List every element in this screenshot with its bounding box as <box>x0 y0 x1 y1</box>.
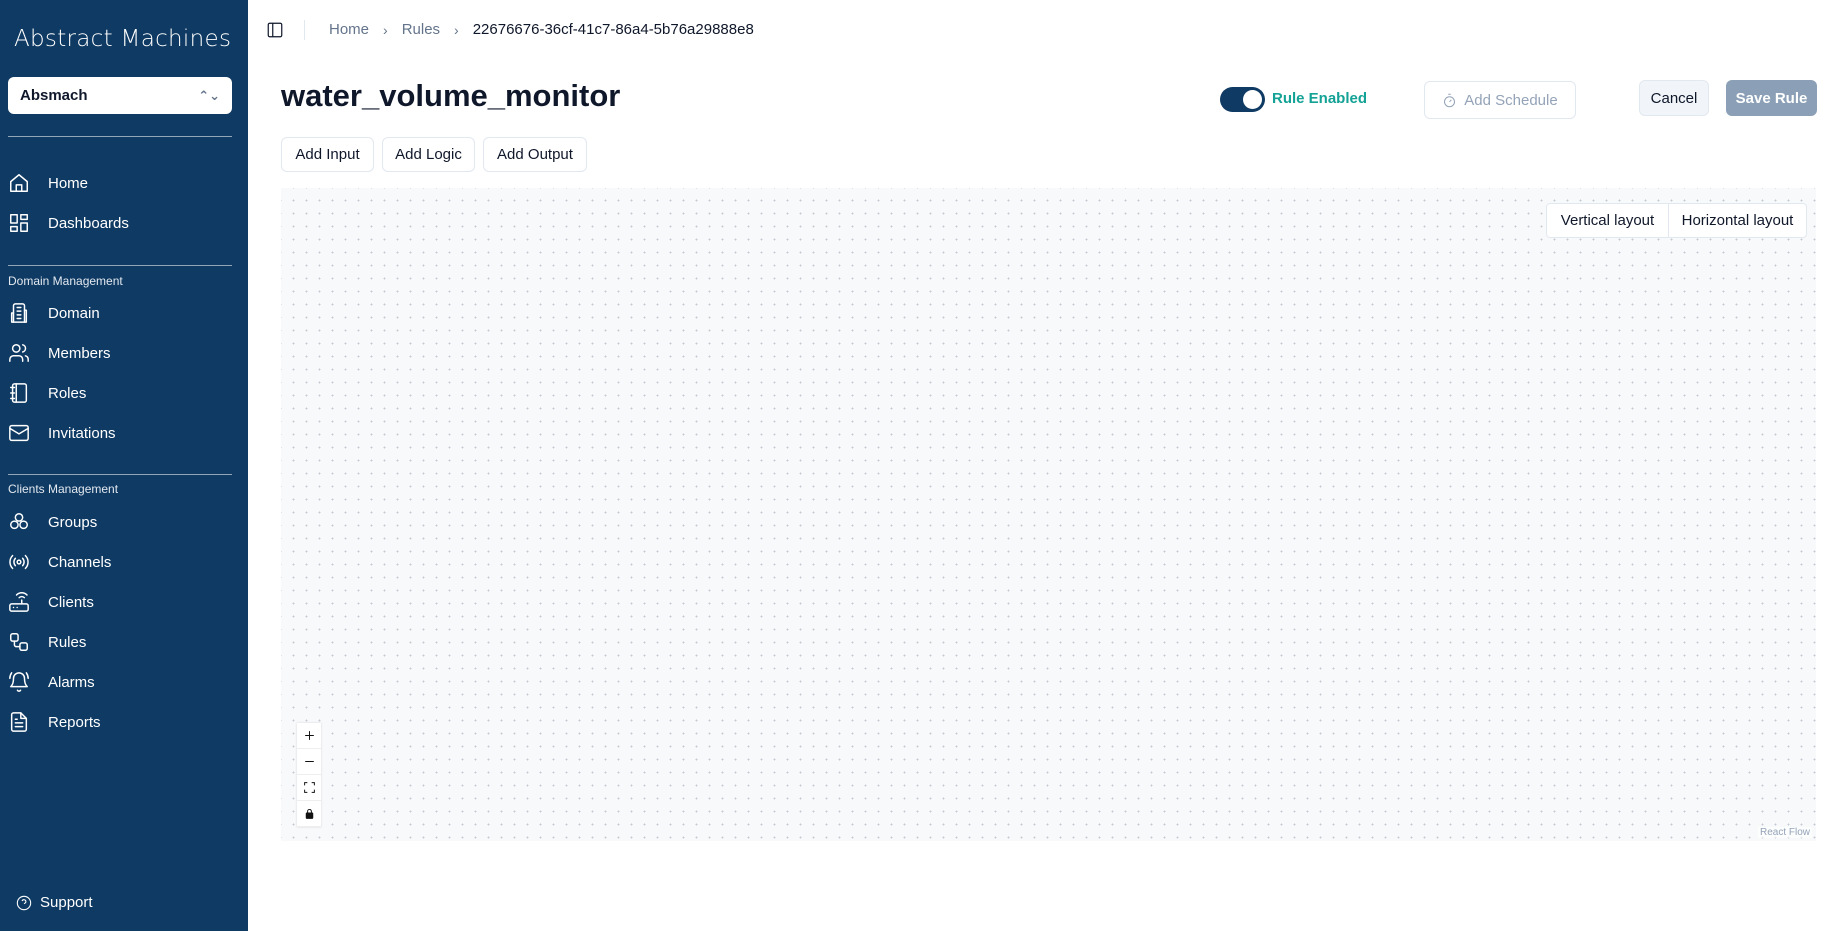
rule-enabled-label: Rule Enabled <box>1272 90 1368 107</box>
sidebar-item-label: Members <box>48 344 111 362</box>
workflow-icon <box>8 631 30 653</box>
sidebar-item-alarms[interactable]: Alarms <box>8 665 232 699</box>
sidebar-divider <box>8 136 232 137</box>
sidebar-item-rules[interactable]: Rules <box>8 625 232 659</box>
app-logo[interactable]: Abstract Machines <box>14 26 231 52</box>
support-label: Support <box>40 894 93 911</box>
file-text-icon <box>8 711 30 733</box>
radio-icon <box>8 551 30 573</box>
react-flow-attribution[interactable]: React Flow <box>1757 827 1812 838</box>
breadcrumb: Home › Rules › 22676676-36cf-41c7-86a4-5… <box>329 21 754 38</box>
sidebar-item-label: Roles <box>48 384 87 402</box>
home-icon <box>8 172 30 194</box>
save-rule-button[interactable]: Save Rule <box>1726 80 1817 116</box>
support-link[interactable]: Support <box>16 894 93 911</box>
chevron-right-icon: › <box>383 21 388 38</box>
add-logic-button[interactable]: Add Logic <box>382 137 475 172</box>
sidebar-item-label: Alarms <box>48 673 95 691</box>
zoom-in-button[interactable] <box>297 723 321 749</box>
sidebar-item-label: Dashboards <box>48 214 129 232</box>
zoom-out-button[interactable] <box>297 749 321 775</box>
flow-controls <box>297 723 321 827</box>
plus-icon <box>304 731 314 740</box>
building-icon <box>8 302 30 324</box>
sidebar-item-roles[interactable]: Roles <box>8 376 232 410</box>
sidebar-item-label: Channels <box>48 553 112 571</box>
sidebar-item-label: Domain <box>48 304 100 322</box>
add-input-button[interactable]: Add Input <box>281 137 374 172</box>
sidebar-item-groups[interactable]: Groups <box>8 505 232 539</box>
fit-view-button[interactable] <box>297 775 321 801</box>
topbar-divider <box>304 20 305 40</box>
chevrons-up-down-icon: ⌃⌄ <box>198 87 220 103</box>
sidebar-item-label: Groups <box>48 513 98 531</box>
add-schedule-button[interactable]: Add Schedule <box>1424 81 1576 119</box>
sidebar-toggle-button[interactable] <box>266 21 284 39</box>
horizontal-layout-button[interactable]: Horizontal layout <box>1669 203 1807 238</box>
org-selector-value: Absmach <box>20 87 88 104</box>
section-label-domain: Domain Management <box>8 274 123 288</box>
panel-left-icon <box>267 22 283 38</box>
dashboard-icon <box>8 212 30 234</box>
add-output-button[interactable]: Add Output <box>483 137 587 172</box>
sidebar-item-domain[interactable]: Domain <box>8 296 232 330</box>
sidebar-item-label: Home <box>48 174 89 192</box>
vertical-layout-button[interactable]: Vertical layout <box>1546 203 1669 238</box>
sidebar-item-label: Rules <box>48 633 87 651</box>
users-icon <box>8 342 30 364</box>
cancel-button[interactable]: Cancel <box>1639 80 1709 116</box>
sidebar-item-reports[interactable]: Reports <box>8 705 232 739</box>
rule-flow-canvas[interactable]: Vertical layout Horizontal layout React … <box>281 188 1816 841</box>
toggle-knob <box>1243 90 1262 109</box>
boxes-icon <box>8 511 30 533</box>
mail-icon <box>8 422 30 444</box>
sidebar-item-channels[interactable]: Channels <box>8 545 232 579</box>
sidebar-item-members[interactable]: Members <box>8 336 232 370</box>
timer-icon <box>1444 93 1456 107</box>
minus-icon <box>304 761 314 762</box>
rule-enabled-toggle[interactable] <box>1220 87 1265 112</box>
bell-ring-icon <box>8 671 30 693</box>
section-label-clients: Clients Management <box>8 482 119 496</box>
breadcrumb-current: 22676676-36cf-41c7-86a4-5b76a29888e8 <box>472 21 754 38</box>
sidebar: Abstract Machines Absmach ⌃⌄ Home Dashbo… <box>0 0 248 931</box>
chevron-right-icon: › <box>454 21 459 38</box>
sidebar-item-invitations[interactable]: Invitations <box>8 416 232 450</box>
sidebar-item-label: Clients <box>48 593 94 611</box>
add-schedule-label: Add Schedule <box>1464 91 1558 109</box>
sidebar-item-label: Invitations <box>48 424 116 442</box>
router-icon <box>8 591 30 613</box>
help-circle-icon <box>16 895 32 910</box>
breadcrumb-rules[interactable]: Rules <box>402 21 440 38</box>
org-selector[interactable]: Absmach ⌃⌄ <box>8 77 232 114</box>
sidebar-divider <box>8 474 232 475</box>
sidebar-divider <box>8 265 232 266</box>
lock-icon <box>305 808 313 819</box>
sidebar-item-label: Reports <box>48 713 101 731</box>
page-title: water_volume_monitor <box>281 78 621 113</box>
sidebar-item-clients[interactable]: Clients <box>8 585 232 619</box>
breadcrumb-home[interactable]: Home <box>329 21 369 38</box>
lock-interactivity-button[interactable] <box>297 801 321 827</box>
sidebar-item-home[interactable]: Home <box>8 166 232 200</box>
book-icon <box>8 382 30 404</box>
sidebar-item-dashboards[interactable]: Dashboards <box>8 206 232 240</box>
fit-view-icon <box>303 782 315 793</box>
